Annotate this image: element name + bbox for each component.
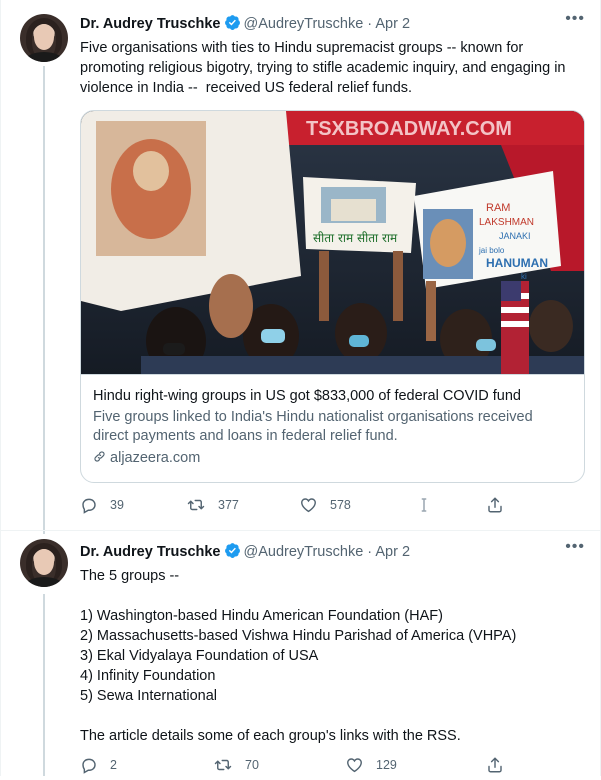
analytics-icon [421, 498, 427, 512]
link-icon [93, 450, 106, 466]
like-count: 129 [376, 758, 397, 772]
protest-photo: TSXBROADWAY.COM सीता राम सीता राम RAM LA… [81, 111, 584, 374]
tweet-text: The 5 groups -- 1) Washington-based Hind… [80, 566, 585, 746]
tweet[interactable]: Dr. Audrey Truschke @AudreyTruschke · Apr… [1, 0, 601, 530]
sign-right-line1: RAM [486, 202, 510, 214]
avatar[interactable] [20, 539, 68, 587]
billboard-text: TSXBROADWAY.COM [306, 118, 512, 140]
verified-badge-icon [224, 14, 241, 36]
like-button[interactable]: 129 [345, 756, 397, 774]
heart-icon [347, 758, 362, 773]
sign-right-line3: JANAKI [499, 231, 531, 241]
separator-dot: · [367, 16, 373, 32]
card-info[interactable]: Hindu right-wing groups in US got $833,0… [81, 374, 584, 482]
timeline: Dr. Audrey Truschke @AudreyTruschke · Apr… [0, 0, 601, 776]
group-item: 3) Ekal Vidyalaya Foundation of USA [80, 648, 319, 664]
retweet-icon [187, 499, 205, 511]
tweet-text: Five organisations with ties to Hindu su… [80, 40, 570, 96]
author-name[interactable]: Dr. Audrey Truschke [80, 544, 221, 560]
card-title[interactable]: Hindu right-wing groups in US got $833,0… [93, 387, 572, 406]
reply-count: 2 [110, 758, 117, 772]
reply-icon [82, 758, 96, 774]
retweet-count: 70 [245, 758, 259, 772]
tweet-header: Dr. Audrey Truschke @AudreyTruschke · Apr… [80, 542, 410, 564]
card-domain: aljazeera.com [93, 449, 572, 468]
verified-badge-icon [224, 542, 241, 564]
analytics-button[interactable] [418, 496, 430, 514]
group-item: 5) Sewa International [80, 688, 218, 704]
share-icon [488, 497, 502, 513]
sign-right-line4: jai bolo [478, 246, 505, 255]
sign-left-text: सीता राम सीता राम [313, 231, 398, 245]
group-item: 2) Massachusetts-based Vishwa Hindu Pari… [80, 628, 517, 644]
heart-icon [301, 498, 316, 513]
author-handle[interactable]: @AudreyTruschke [244, 544, 364, 560]
share-button[interactable] [486, 496, 504, 514]
outro-text: The article details some of each group's… [80, 728, 461, 744]
author-handle[interactable]: @AudreyTruschke [244, 16, 364, 32]
tweet-date[interactable]: Apr 2 [375, 544, 410, 560]
share-icon [488, 757, 502, 773]
retweet-icon [214, 759, 232, 771]
like-count: 578 [330, 498, 351, 512]
like-button[interactable]: 578 [299, 496, 351, 514]
thread-line [43, 594, 45, 776]
retweet-count: 377 [218, 498, 239, 512]
card-description: Five groups linked to India's Hindu nati… [93, 409, 533, 444]
sign-right-line2: LAKSHMAN [479, 217, 534, 228]
link-card[interactable]: TSXBROADWAY.COM सीता राम सीता राम RAM LA… [80, 110, 585, 483]
avatar[interactable] [20, 14, 68, 62]
retweet-button[interactable]: 377 [186, 496, 239, 514]
sign-right-line6: ki [521, 272, 527, 281]
tweet[interactable]: Dr. Audrey Truschke @AudreyTruschke · Apr… [1, 530, 601, 776]
sign-right-line5: HANUMAN [486, 256, 548, 270]
card-domain-text: aljazeera.com [110, 450, 201, 466]
tweet-actions: 39 377 578 [80, 496, 510, 520]
separator-dot: · [367, 544, 373, 560]
reply-button[interactable]: 2 [80, 756, 117, 774]
intro-text: The 5 groups -- [80, 568, 180, 584]
tweet-header: Dr. Audrey Truschke @AudreyTruschke · Apr… [80, 14, 410, 36]
share-button[interactable] [486, 756, 504, 774]
tweet-date[interactable]: Apr 2 [375, 16, 410, 32]
reply-count: 39 [110, 498, 124, 512]
tweet-actions: 2 70 129 [80, 756, 510, 780]
group-item: 4) Infinity Foundation [80, 668, 216, 684]
reply-button[interactable]: 39 [80, 496, 124, 514]
more-icon[interactable]: ••• [565, 10, 585, 28]
card-image[interactable]: TSXBROADWAY.COM सीता राम सीता राम RAM LA… [81, 111, 584, 374]
author-name[interactable]: Dr. Audrey Truschke [80, 16, 221, 32]
retweet-button[interactable]: 70 [213, 756, 259, 774]
group-item: 1) Washington-based Hindu American Found… [80, 608, 443, 624]
more-icon[interactable]: ••• [565, 538, 585, 556]
reply-icon [82, 498, 96, 514]
